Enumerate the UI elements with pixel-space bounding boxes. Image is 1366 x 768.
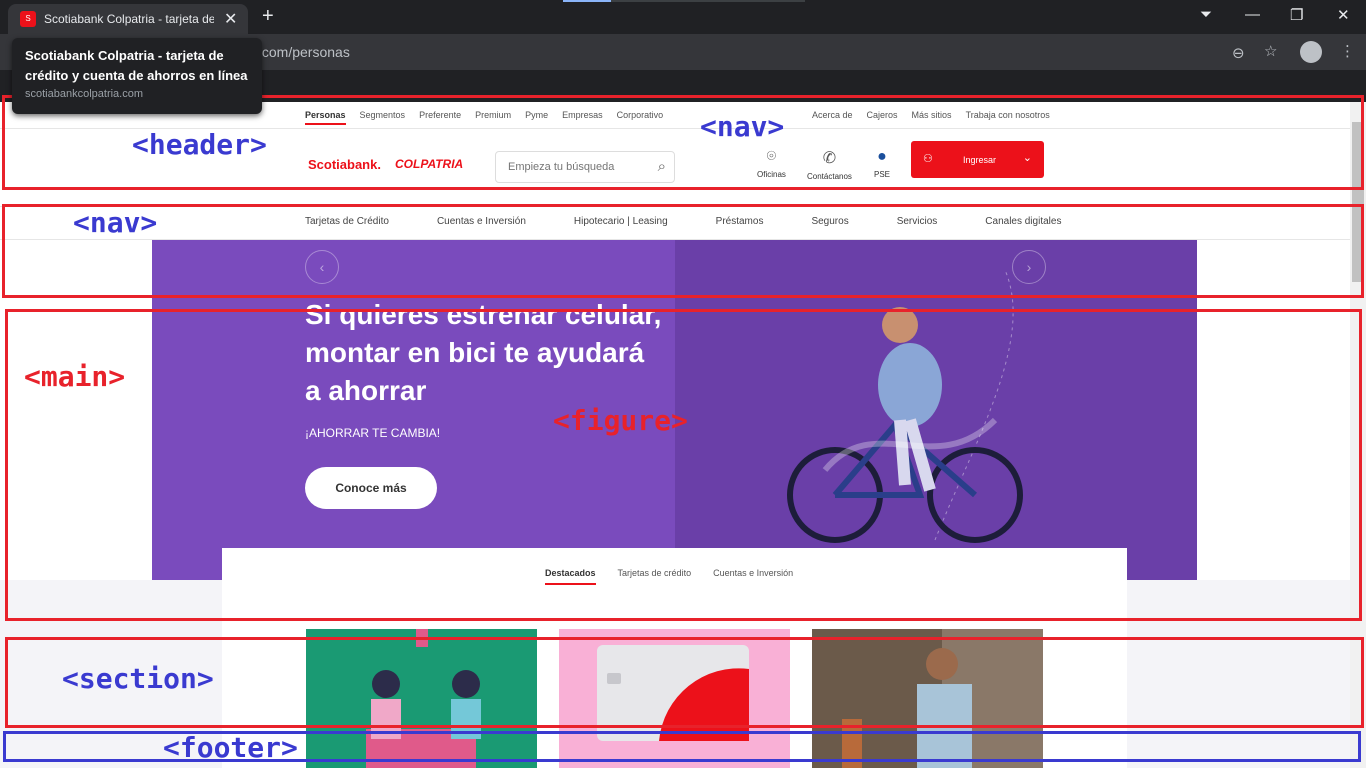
main-annotation-box [5,309,1362,621]
close-window-icon[interactable]: ✕ [1337,6,1350,24]
account-avatar-icon[interactable] [1300,41,1322,63]
nav-top-annotation-label: <nav> [700,110,785,143]
favicon-icon: S [20,11,36,27]
loading-indicator [563,0,805,2]
tooltip-url: scotiabankcolpatria.com [25,88,144,100]
browser-tab-strip: S Scotiabank Colpatria - tarjeta de ✕ + … [0,0,1366,34]
zoom-icon[interactable]: ⊖ [1232,44,1245,62]
minimize-icon[interactable]: — [1245,6,1260,23]
bookmark-star-icon[interactable]: ☆ [1264,42,1277,60]
browser-menu-icon[interactable]: ⋮ [1340,42,1355,60]
restore-icon[interactable]: ❐ [1290,6,1303,24]
tab-tooltip: Scotiabank Colpatria - tarjeta de crédit… [12,38,262,114]
figure-annotation-label: <figure> [553,404,688,437]
new-tab-icon[interactable]: + [262,5,274,28]
header-annotation-label: <header> [132,128,267,161]
tab-title: Scotiabank Colpatria - tarjeta de [44,12,214,26]
nav-main-annotation-label: <nav> [73,206,158,239]
main-annotation-label: <main> [24,360,126,393]
section-annotation-label: <section> [62,662,214,695]
nav-annotation-box [2,204,1364,298]
footer-annotation-label: <footer> [163,731,298,764]
tooltip-title: Scotiabank Colpatria - tarjeta de crédit… [25,48,248,83]
url-text[interactable]: .com/personas [258,44,350,60]
close-tab-icon[interactable]: ✕ [224,9,237,29]
browser-tab[interactable]: S Scotiabank Colpatria - tarjeta de ✕ [8,4,248,34]
profile-menu-icon[interactable]: ⏷ [1200,6,1212,23]
